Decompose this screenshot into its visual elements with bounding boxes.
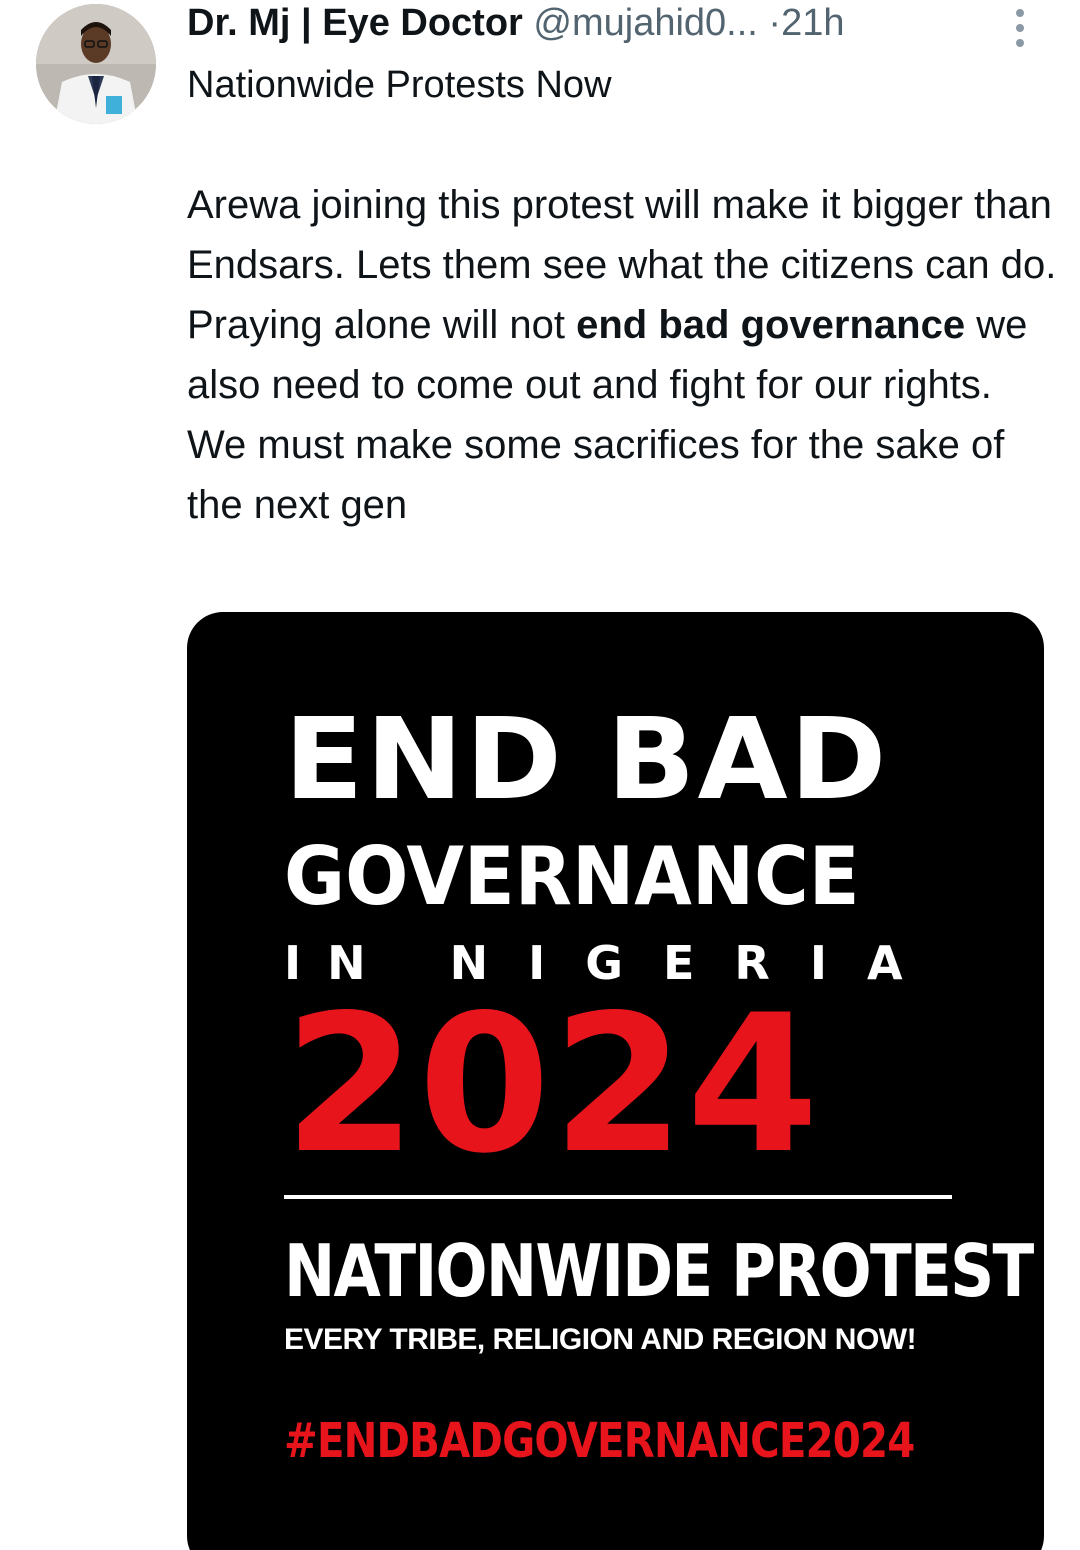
poster-line-governance: GOVERNANCE bbox=[284, 830, 860, 923]
author-name[interactable]: Dr. Mj | Eye Doctor bbox=[187, 2, 523, 44]
poster-headline: NATIONWIDE PROTEST bbox=[284, 1229, 1034, 1313]
avatar[interactable] bbox=[36, 4, 156, 124]
meta-separator: · bbox=[768, 2, 782, 44]
poster-hashtag: #ENDBADGOVERNANCE2024 bbox=[284, 1413, 915, 1469]
tweet-body: Arewa joining this protest will make it … bbox=[187, 175, 1057, 535]
poster-line-end-bad: END BAD bbox=[284, 695, 889, 825]
tweet-title: Nationwide Protests Now bbox=[187, 64, 612, 106]
more-vertical-icon[interactable] bbox=[1006, 6, 1034, 50]
tweet-media-poster[interactable]: END BAD GOVERNANCE IN NIGERIA 2024 NATION… bbox=[187, 612, 1044, 1550]
tweet[interactable]: Dr. Mj | Eye Doctor @mujahid0... ·21h Na… bbox=[0, 0, 1080, 1550]
poster-tagline: EVERY TRIBE, RELIGION AND REGION NOW! bbox=[284, 1323, 917, 1356]
tweet-body-bold: end bad governance bbox=[576, 303, 966, 347]
poster-year: 2024 bbox=[284, 974, 821, 1195]
avatar-image bbox=[36, 4, 156, 124]
author-handle[interactable]: @mujahid0... bbox=[533, 2, 757, 44]
tweet-header: Dr. Mj | Eye Doctor @mujahid0... ·21h bbox=[187, 0, 1040, 50]
post-time[interactable]: 21h bbox=[781, 2, 844, 44]
poster-divider bbox=[284, 1195, 952, 1199]
